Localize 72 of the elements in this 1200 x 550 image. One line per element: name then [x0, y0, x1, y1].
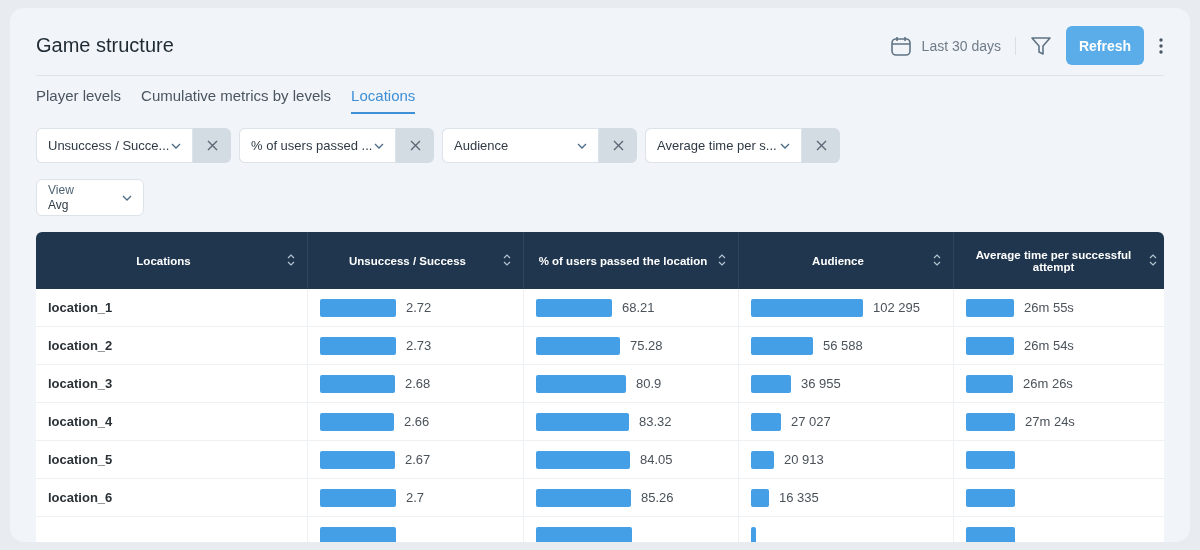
- sort-icon: [718, 254, 726, 266]
- view-dropdown[interactable]: View Avg: [36, 179, 144, 216]
- cell-value: 102 295: [873, 300, 920, 315]
- close-icon: [612, 140, 624, 151]
- page-title: Game structure: [36, 34, 174, 57]
- cell-value: 2.67: [405, 452, 431, 467]
- value-bar: [751, 412, 781, 431]
- location-name: location_6: [48, 490, 113, 505]
- cell-value: 2.7: [406, 490, 425, 505]
- cell-value: 80.9: [636, 376, 662, 391]
- filter-icon[interactable]: [1030, 34, 1052, 57]
- value-bar: [966, 526, 1015, 542]
- cell-value: 36 955: [801, 376, 841, 391]
- cell-value: 16 335: [779, 490, 819, 505]
- more-options-icon[interactable]: [1158, 36, 1164, 55]
- value-bar: [751, 374, 791, 393]
- chevron-down-icon: [374, 142, 384, 149]
- metric-dropdown[interactable]: Audience: [442, 128, 599, 163]
- sort-icon: [287, 254, 295, 266]
- column-header[interactable]: Average time per successful attempt: [953, 232, 1164, 289]
- metric-dropdown[interactable]: Average time per s...: [645, 128, 802, 163]
- cell-value: 2.73: [406, 338, 432, 353]
- location-name: location_1: [48, 300, 113, 315]
- value-bar: [966, 450, 1015, 469]
- cell-value: 83.32: [639, 414, 672, 429]
- cell-value: 26m 55s: [1024, 300, 1074, 315]
- value-bar: [966, 298, 1014, 317]
- value-bar: [751, 526, 756, 542]
- metric-dropdown[interactable]: % of users passed ...: [239, 128, 396, 163]
- chevron-down-icon: [780, 142, 790, 149]
- column-header[interactable]: Locations: [36, 232, 307, 289]
- location-name: location_3: [48, 376, 113, 391]
- value-bar: [751, 336, 813, 355]
- cell-value: 75.28: [630, 338, 663, 353]
- calendar-icon: [889, 34, 912, 57]
- cell-value: 26m 54s: [1024, 338, 1074, 353]
- chevron-down-icon: [577, 142, 587, 149]
- cell-value: 2.68: [405, 376, 431, 391]
- sort-icon: [933, 254, 941, 266]
- cell-value: 56 588: [823, 338, 863, 353]
- cell-value: 85.26: [641, 490, 674, 505]
- tab[interactable]: Cumulative metrics by levels: [141, 84, 332, 114]
- value-bar: [966, 336, 1014, 355]
- location-name: location_4: [48, 414, 113, 429]
- cell-value: 27 027: [791, 414, 831, 429]
- value-bar: [966, 374, 1013, 393]
- location-name: location_5: [48, 452, 113, 467]
- close-icon: [206, 140, 218, 151]
- cell-value: 27m 24s: [1025, 414, 1075, 429]
- cell-value: 2.72: [406, 300, 432, 315]
- value-bar: [751, 488, 769, 507]
- chevron-down-icon: [122, 194, 132, 201]
- value-bar: [966, 412, 1015, 431]
- column-header[interactable]: Unsuccess / Success: [307, 232, 523, 289]
- cell-value: 26m 26s: [1023, 376, 1073, 391]
- column-header[interactable]: Audience: [738, 232, 953, 289]
- cell-value: 84.05: [640, 452, 673, 467]
- location-name: location_2: [48, 338, 113, 353]
- cell-value: 20 913: [784, 452, 824, 467]
- sort-icon: [1149, 254, 1157, 266]
- tab[interactable]: Player levels: [36, 84, 122, 114]
- close-icon: [409, 140, 421, 151]
- value-bar: [751, 450, 774, 469]
- chevron-down-icon: [171, 142, 181, 149]
- value-bar: [966, 488, 1015, 507]
- cell-value: 68.21: [622, 300, 655, 315]
- column-header[interactable]: % of users passed the location: [523, 232, 738, 289]
- cell-value: 2.66: [404, 414, 430, 429]
- date-range-button[interactable]: Last 30 days: [889, 34, 1001, 57]
- sort-icon: [503, 254, 511, 266]
- metric-dropdown[interactable]: Unsuccess / Succe...: [36, 128, 193, 163]
- close-icon: [815, 140, 827, 151]
